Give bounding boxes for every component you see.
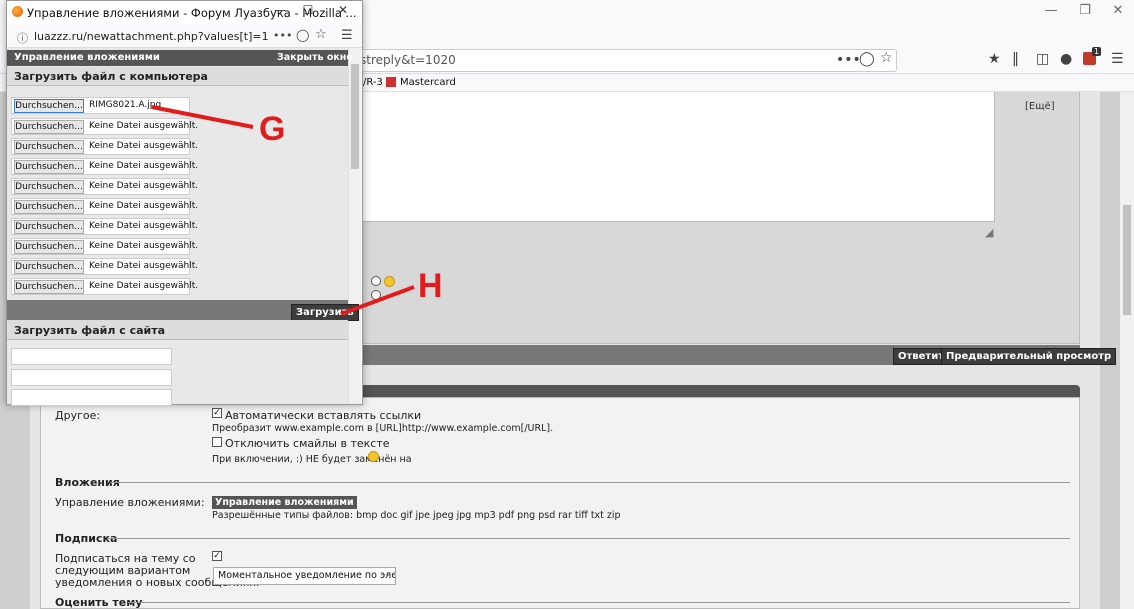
icon-radio-1[interactable] xyxy=(371,276,381,286)
popup-minimize-button[interactable]: — xyxy=(270,3,290,17)
bookmark-star-icon[interactable]: ☆ xyxy=(315,27,327,42)
auto-links-checkbox[interactable]: ✓ xyxy=(212,408,222,418)
message-editor[interactable] xyxy=(350,92,995,222)
account-icon[interactable]: ● xyxy=(1060,51,1072,67)
browse-button[interactable]: Durchsuchen... xyxy=(14,160,84,174)
annotation-h: H xyxy=(418,267,443,305)
browse-button[interactable]: Durchsuchen... xyxy=(14,99,84,113)
file-name: Keine Datei ausgewählt. xyxy=(89,141,199,151)
bookmark-star-icon[interactable]: ☆ xyxy=(880,50,893,66)
browse-button[interactable]: Durchsuchen... xyxy=(14,200,84,214)
file-input-row[interactable]: Durchsuchen... Keine Datei ausgewählt. xyxy=(11,118,198,135)
bookmark-item-prefix[interactable]: /R-3 xyxy=(363,77,383,88)
file-name: Keine Datei ausgewählt. xyxy=(89,181,199,191)
close-window-link[interactable]: Закрыть окно xyxy=(277,52,353,63)
popup-maximize-button[interactable]: ☐ xyxy=(298,3,318,17)
more-smilies-link[interactable]: [Ещё] xyxy=(1025,101,1055,112)
file-name: RIMG8021.A.jpg xyxy=(89,100,162,110)
library-icon[interactable]: ‖ xyxy=(1012,51,1019,67)
page-scrollbar[interactable] xyxy=(1120,92,1134,609)
browse-button[interactable]: Durchsuchen... xyxy=(14,240,84,254)
mastercard-icon xyxy=(386,77,396,87)
popup-scrollbar-thumb[interactable] xyxy=(351,64,359,169)
browse-button[interactable]: Durchsuchen... xyxy=(14,180,84,194)
popup-header-title: Управление вложениями xyxy=(14,52,160,63)
file-input-row[interactable]: Durchsuchen... RIMG8021.A.jpg xyxy=(11,97,190,114)
firefox-icon xyxy=(12,6,23,17)
smiley-icon xyxy=(368,451,379,462)
browse-button[interactable]: Durchsuchen... xyxy=(14,260,84,274)
page-scrollbar-thumb[interactable] xyxy=(1123,205,1131,315)
auto-links-hint: Преобразит www.example.com в [URL]http:/… xyxy=(212,423,554,434)
other-label: Другое: xyxy=(55,409,101,422)
file-name: Keine Datei ausgewählt. xyxy=(89,121,199,131)
upload-from-computer-title: Загрузить файл с компьютера xyxy=(7,67,348,86)
browse-button[interactable]: Durchsuchen... xyxy=(14,140,84,154)
menu-icon[interactable]: ☰ xyxy=(1111,51,1124,67)
file-name: Keine Datei ausgewählt. xyxy=(89,261,199,271)
bookmark-mastercard[interactable]: Mastercard xyxy=(400,77,456,88)
menu-icon[interactable]: ☰ xyxy=(341,28,353,43)
file-input-row[interactable]: Durchsuchen... Keine Datei ausgewählt. xyxy=(11,138,198,155)
divider xyxy=(110,482,1070,483)
file-input-row[interactable]: Durchsuchen... Keine Datei ausgewählt. xyxy=(11,178,198,195)
file-input-row[interactable]: Durchsuchen... Keine Datei ausgewählt. xyxy=(11,218,198,235)
sidebar-icon[interactable]: ◫ xyxy=(1036,51,1049,67)
preview-button[interactable]: Предварительный просмотр xyxy=(941,348,1117,365)
disable-smilies-checkbox[interactable] xyxy=(212,437,222,447)
subscription-mode-value: Моментальное уведомление по электронн xyxy=(218,570,395,581)
icon-radio-2[interactable] xyxy=(371,290,381,300)
page-actions-icon[interactable]: ••• xyxy=(836,52,861,68)
allowed-types: Разрешённые типы файлов: bmp doc gif jpe… xyxy=(212,510,621,521)
upload-button[interactable]: Загрузить xyxy=(291,304,359,321)
file-input-row[interactable]: Durchsuchen... Keine Datei ausgewählt. xyxy=(11,258,198,275)
file-name: Keine Datei ausgewählt. xyxy=(89,221,199,231)
browse-button[interactable]: Durchsuchen... xyxy=(14,280,84,294)
disable-smilies-label: Отключить смайлы в тексте xyxy=(225,437,390,450)
close-window-button[interactable]: ✕ xyxy=(1095,0,1134,22)
url-input-1[interactable] xyxy=(11,348,172,365)
file-name: Keine Datei ausgewählt. xyxy=(89,161,199,171)
manage-attachments-label: Управление вложениями: xyxy=(55,496,205,509)
file-name: Keine Datei ausgewählt. xyxy=(89,281,199,291)
smiley-icon xyxy=(384,276,395,287)
file-name: Keine Datei ausgewählt. xyxy=(89,201,199,211)
file-input-row[interactable]: Durchsuchen... Keine Datei ausgewählt. xyxy=(11,238,198,255)
disable-smilies-hint: При включении, :) НЕ будет заменён на xyxy=(212,454,412,465)
popup-close-button[interactable]: ✕ xyxy=(333,3,353,17)
popup-url-text: luazzz.ru/newattachment.php?values[t]=10… xyxy=(34,30,269,43)
file-name: Keine Datei ausgewählt. xyxy=(89,241,199,251)
background-url-text: streply&t=1020 xyxy=(360,53,456,67)
browse-button[interactable]: Durchsuchen... xyxy=(14,220,84,234)
file-input-row[interactable]: Durchsuchen... Keine Datei ausgewählt. xyxy=(11,278,198,295)
notification-badge: 1 xyxy=(1092,47,1102,56)
divider xyxy=(107,538,1070,539)
url-input-2[interactable] xyxy=(11,369,172,386)
file-input-row[interactable]: Durchsuchen... Keine Datei ausgewählt. xyxy=(11,198,198,215)
auto-links-label: Автоматически вставлять ссылки xyxy=(225,409,422,422)
resize-grip-icon[interactable]: ◢ xyxy=(985,226,993,239)
pocket-icon[interactable]: ◯ xyxy=(296,28,309,42)
downloads-icon[interactable]: ★ xyxy=(988,51,1001,67)
pocket-icon[interactable]: ◯ xyxy=(859,51,875,67)
chevron-down-icon[interactable]: ⌄ xyxy=(384,569,392,579)
file-input-row[interactable]: Durchsuchen... Keine Datei ausgewählt. xyxy=(11,158,198,175)
page-actions-icon[interactable]: ••• xyxy=(273,29,292,42)
upload-from-site-title: Загрузить файл с сайта xyxy=(7,320,348,340)
subscription-mode-select[interactable]: Моментальное уведомление по электронн xyxy=(213,567,396,585)
url-input-3[interactable] xyxy=(11,389,172,406)
subscribe-checkbox[interactable]: ✓ xyxy=(212,551,222,561)
annotation-g: G xyxy=(259,110,286,148)
divider xyxy=(128,602,1070,603)
manage-attachments-button[interactable]: Управление вложениями xyxy=(212,496,357,509)
browse-button[interactable]: Durchsuchen... xyxy=(14,120,84,134)
info-icon[interactable]: ⓘ xyxy=(17,30,28,46)
